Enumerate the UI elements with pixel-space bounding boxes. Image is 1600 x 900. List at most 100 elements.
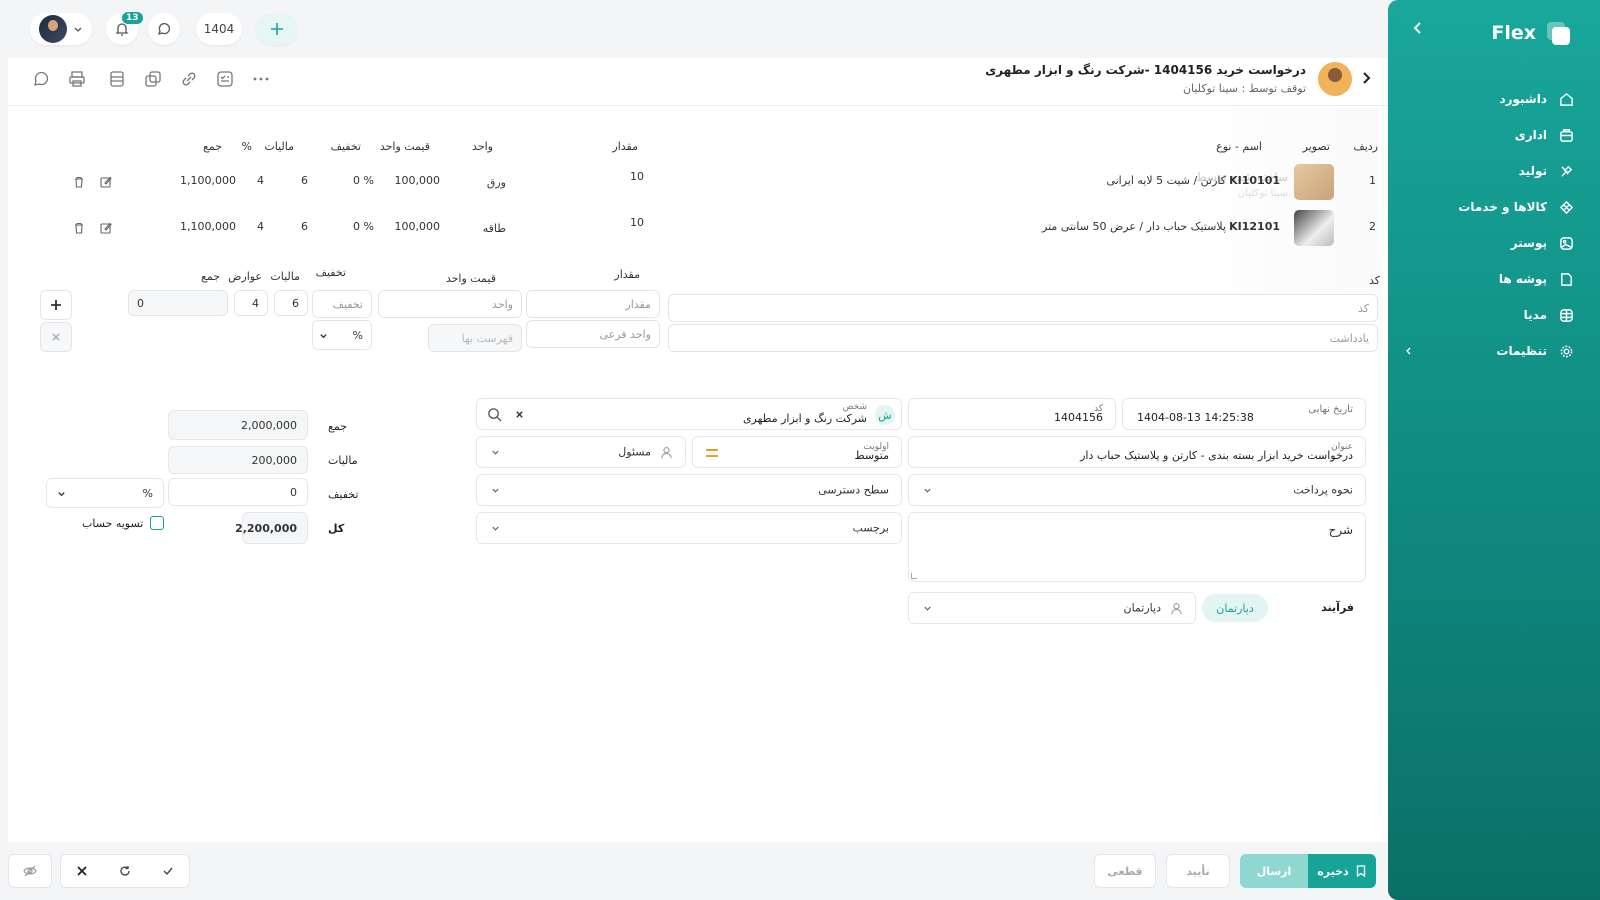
sidebar-item-poster[interactable]: پوستر — [1404, 232, 1574, 254]
item-subunit-input[interactable]: واحد فرعی — [526, 320, 660, 348]
chevron-down-icon — [491, 524, 500, 533]
code-field[interactable]: کد 1404156 — [908, 398, 1116, 430]
sidebar-item-folders[interactable]: پوشه ها — [1404, 268, 1574, 290]
tag-select[interactable]: برچسب — [476, 512, 902, 544]
hide-button[interactable] — [8, 854, 52, 888]
price-list-button[interactable]: فهرست بها — [428, 324, 522, 352]
discount-type-select[interactable]: % — [312, 320, 372, 350]
title-field[interactable]: عنوان درخواست خرید ابزار بسته بندی - کار… — [908, 436, 1366, 468]
sum-value: 2,000,000 — [168, 410, 308, 440]
sidebar-item-settings[interactable]: تنظیمات — [1404, 340, 1574, 362]
edit-icon[interactable] — [100, 176, 112, 188]
settle-label: تسویه حساب — [82, 517, 144, 530]
item-note-input[interactable]: یادداشت — [668, 324, 1378, 352]
box-icon — [1559, 200, 1574, 215]
chevron-right-icon[interactable] — [1358, 70, 1374, 86]
item-discount-input[interactable]: تخفیف — [312, 290, 372, 318]
add-item-button[interactable] — [40, 290, 72, 320]
product-total: 1,100,000 — [180, 220, 236, 233]
sidebar-item-label: داشبورد — [1499, 92, 1547, 106]
col-tax: مالیات — [264, 140, 294, 153]
item-code-input[interactable]: کد — [668, 294, 1378, 322]
entry-discount-label: تخفیف — [315, 266, 346, 279]
total-discount-type-select[interactable]: % — [46, 478, 164, 508]
chevron-left-icon[interactable] — [1410, 20, 1426, 36]
item-fees-input[interactable]: 4 — [234, 290, 268, 316]
payment-method-select[interactable]: نحوه پرداخت — [908, 474, 1366, 506]
chat-icon — [156, 21, 172, 37]
chevron-down-icon — [491, 486, 500, 495]
home-icon — [1559, 92, 1574, 107]
responsible-field[interactable]: مسئول — [476, 436, 686, 468]
item-unit-price-input[interactable]: واحد — [378, 290, 522, 318]
chevron-down-icon — [923, 486, 932, 495]
trash-icon[interactable] — [73, 176, 85, 188]
product-unit: ورق — [486, 176, 506, 189]
resize-handle[interactable] — [911, 573, 917, 579]
gear-icon — [1559, 344, 1574, 359]
settle-checkbox[interactable] — [150, 516, 164, 530]
confirm-button[interactable]: تأیید — [1166, 854, 1230, 888]
folder-icon — [1559, 272, 1574, 287]
product-qty: 10 — [630, 216, 644, 229]
chat-icon[interactable] — [32, 70, 50, 88]
priority-field[interactable]: اولویت متوسط — [692, 436, 902, 468]
chevron-down-icon — [923, 604, 932, 613]
user-menu[interactable] — [30, 13, 92, 45]
tag-placeholder: برچسب — [852, 521, 889, 535]
fiscal-year-button[interactable]: 1404 — [196, 13, 242, 45]
edit-icon[interactable] — [100, 222, 112, 234]
product-tax: 6 — [301, 174, 308, 187]
close-icon[interactable] — [515, 410, 524, 419]
description-textarea[interactable]: شرح — [908, 512, 1366, 582]
request-header: درخواست خرید 1404156 -شرکت رنگ و ابزار م… — [8, 58, 1388, 106]
sidebar-item-production[interactable]: تولید — [1404, 160, 1574, 182]
entry-code-label: کد — [1368, 274, 1380, 287]
app-logo[interactable]: Flex — [1491, 18, 1572, 48]
tools-icon — [1559, 164, 1574, 179]
chat-button[interactable] — [148, 13, 180, 45]
sidebar-item-goods-services[interactable]: کالاها و خدمات — [1404, 196, 1574, 218]
table-row[interactable]: 1 KI10101 کارتن / شیت 5 لایه ایرانی 10 و… — [26, 162, 1376, 202]
clear-item-button[interactable] — [40, 322, 72, 352]
checklist-icon[interactable] — [216, 70, 234, 88]
more-icon[interactable] — [252, 70, 270, 88]
add-button[interactable] — [256, 13, 298, 45]
image-icon — [1559, 236, 1574, 251]
tax-value: 200,000 — [168, 446, 308, 474]
notifications-button[interactable]: 13 — [106, 12, 143, 45]
col-unit-price: قیمت واحد — [379, 140, 430, 153]
item-total-output: 0 — [128, 290, 228, 316]
final-button[interactable]: قطعی — [1094, 854, 1156, 888]
item-tax-input[interactable]: 6 — [274, 290, 308, 316]
person-field[interactable]: ش شخص شرکت رنگ و ابزار مطهری — [476, 398, 902, 430]
sidebar: Flex داشبورد اداری تولید کالاها و خدمات … — [1388, 0, 1600, 900]
save-button[interactable]: ذخیره — [1308, 854, 1376, 888]
trash-icon[interactable] — [73, 222, 85, 234]
item-qty-input[interactable]: مقدار — [526, 290, 660, 318]
sidebar-item-dashboard[interactable]: داشبورد — [1404, 88, 1574, 110]
bookmark-icon — [1355, 865, 1367, 877]
archive-icon[interactable] — [108, 70, 126, 88]
process-tabs: فرآیند دپارتمان — [1196, 592, 1366, 624]
tab-process[interactable]: فرآیند — [1321, 601, 1354, 614]
copy-icon[interactable] — [144, 70, 162, 88]
total-discount-input[interactable]: 0 — [168, 478, 308, 506]
search-icon[interactable] — [487, 407, 502, 422]
department-select[interactable]: دپارتمان — [908, 592, 1196, 624]
refresh-icon[interactable] — [119, 865, 131, 877]
table-row[interactable]: 2 KI12101 پلاستیک حباب دار / عرض 50 سانت… — [26, 208, 1376, 248]
tab-department[interactable]: دپارتمان — [1202, 594, 1268, 622]
entry-fees-label: عوارض — [228, 270, 262, 283]
send-button[interactable]: ارسال — [1240, 854, 1308, 888]
final-date-field[interactable]: تاریخ نهایی 1404-08-13 14:25:38 — [1122, 398, 1366, 430]
link-icon[interactable] — [180, 70, 198, 88]
print-icon[interactable] — [68, 70, 86, 88]
sidebar-item-media[interactable]: مدیا — [1404, 304, 1574, 326]
access-level-select[interactable]: سطح دسترسی — [476, 474, 902, 506]
chevron-down-icon — [57, 489, 66, 498]
sidebar-item-office[interactable]: اداری — [1404, 124, 1574, 146]
product-thumbnail — [1294, 164, 1334, 200]
check-icon[interactable] — [162, 865, 174, 877]
close-icon[interactable] — [76, 865, 88, 877]
